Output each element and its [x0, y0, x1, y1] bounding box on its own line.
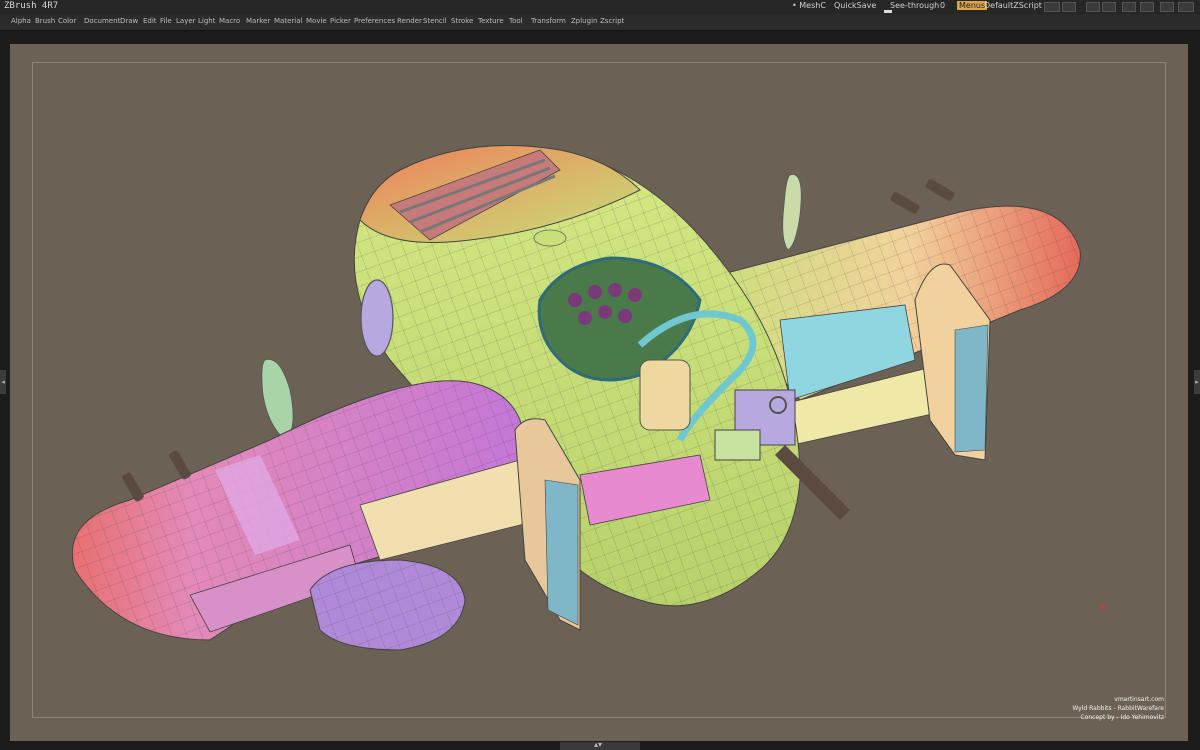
credits-block: vmartinsart.com Wyld Rabbits - RabbitWar…	[1072, 695, 1164, 722]
gauge-7	[618, 309, 632, 323]
gun-ammo-box	[714, 429, 761, 461]
side-porthole	[360, 279, 394, 357]
left-gun-barrel-1	[169, 450, 191, 480]
canvas-marker	[1100, 604, 1106, 610]
gauge-3	[608, 283, 622, 297]
gauge-1	[568, 293, 582, 307]
left-fin-rudder	[544, 479, 579, 626]
right-gun-barrel-2	[890, 192, 920, 214]
credit-concept: Concept by - Ido Yehimovitz	[1080, 714, 1164, 721]
gauge-2	[588, 285, 602, 299]
top-hatch	[533, 229, 567, 247]
airplane-model-render[interactable]	[0, 0, 1200, 750]
gauge-4	[628, 288, 642, 302]
left-propeller-blade	[261, 358, 294, 441]
left-gun-barrel-2	[122, 472, 144, 502]
belly-pod-wireframe	[310, 560, 465, 650]
credit-project: Wyld Rabbits - RabbitWarefare	[1072, 705, 1164, 712]
credit-site: vmartinsart.com	[1114, 696, 1164, 703]
gauge-5	[578, 311, 592, 325]
right-gun-barrel-1	[925, 179, 955, 201]
pilot-seat	[639, 359, 691, 431]
top-propeller-blade	[782, 174, 802, 251]
gauge-6	[598, 305, 612, 319]
right-fin-rudder	[954, 324, 989, 453]
